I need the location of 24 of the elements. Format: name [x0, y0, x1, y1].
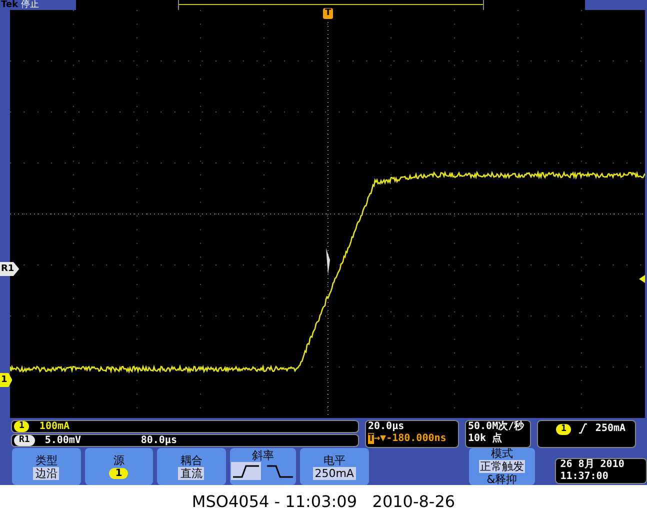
menu-button[interactable]: 模式 正常触发 &释抑: [468, 448, 536, 485]
falling-edge-icon: [266, 464, 294, 478]
timebase-readout: 20.0µs T→▼-180.000ns: [365, 420, 459, 448]
channel-readout: R1 5.00mV 80.0µs: [11, 434, 359, 447]
trigger-level-marker-icon: [639, 275, 645, 283]
rising-edge-icon: [232, 464, 260, 478]
menu-button[interactable]: 类型 边沿: [12, 448, 80, 485]
reference-badge: R1: [14, 435, 35, 446]
menu-button[interactable]: 电平 250mA: [300, 448, 369, 485]
rising-slope-option[interactable]: [230, 462, 261, 480]
trigger-readout: 1 250mA: [537, 420, 636, 448]
rising-edge-icon: [579, 423, 588, 434]
channel-readout: 1 100mA: [11, 420, 359, 433]
acquisition-readout: 50.0M次/秒 10k 点: [465, 420, 531, 448]
menu-button[interactable]: 耦合 直流: [157, 448, 226, 485]
caption: MSO4054 - 11:03:09 2010-8-26: [192, 491, 456, 513]
channel-marker: 1: [0, 373, 12, 387]
channel-badge: 1: [14, 421, 30, 432]
brand-logo: Tek: [1, 0, 18, 10]
menu-button[interactable]: 源 1: [84, 448, 153, 485]
trigger-position-marker: T: [323, 8, 334, 19]
channel-badge: 1: [556, 424, 572, 435]
slope-label: 斜率: [252, 449, 274, 462]
date-time-display: 26 8月 2010 11:37:00: [555, 458, 647, 484]
